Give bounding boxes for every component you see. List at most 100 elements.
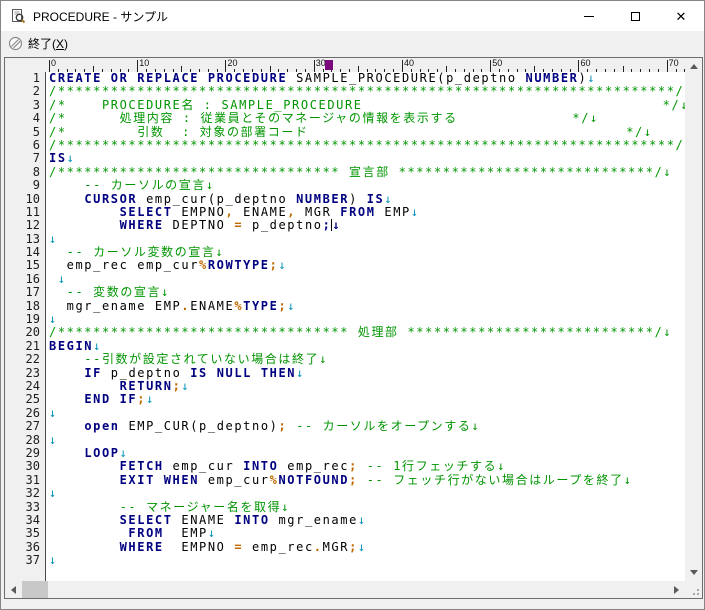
ruler-ticks: 0 10 20 30 40 50 60 70	[46, 58, 685, 72]
ruler-label: 10	[139, 58, 150, 68]
code-line-5[interactable]: /* 引数 : 対象の部署コード */↓	[49, 125, 685, 139]
code-token: EMP	[163, 526, 208, 541]
line-number: 24	[25, 378, 40, 393]
code-token: ↓	[384, 191, 394, 206]
toolbar: 終了(X)	[1, 31, 704, 55]
code-line-25[interactable]: END IF;↓	[49, 393, 685, 406]
code-area[interactable]: CREATE OR REPLACE PROCEDURE SAMPLE_PROCE…	[46, 72, 685, 581]
code-token: FROM	[340, 204, 376, 219]
code-token: mgr_ename	[269, 512, 358, 527]
code-line-27[interactable]: open EMP_CUR(p_deptno); -- カーソルをオープンする↓	[49, 419, 685, 434]
code-line-23[interactable]: IF p_deptno IS NULL THEN↓	[49, 366, 685, 380]
code-token: EMP	[375, 204, 411, 219]
code-line-24[interactable]: RETURN;↓	[49, 378, 685, 393]
code-line-33[interactable]: -- マネージャー名を取得↓	[49, 500, 685, 514]
code-line-9[interactable]: -- カーソルの宣言↓	[49, 178, 685, 193]
code-token: ↓	[278, 258, 288, 273]
code-line-7[interactable]: IS↓	[49, 152, 685, 165]
code-line-34[interactable]: SELECT ENAME INTO mgr_ename↓	[49, 512, 685, 527]
code-line-11[interactable]: SELECT EMPNO, ENAME, MGR FROM EMP↓	[49, 204, 685, 219]
line-number: 19	[25, 312, 40, 327]
code-token: /* PROCEDURE名 : SAMPLE_PROCEDURE */↓	[49, 97, 685, 112]
code-token: ENAME	[172, 512, 235, 527]
code-token: CREATE OR REPLACE PROCEDURE	[49, 72, 288, 85]
resize-grip[interactable]	[685, 581, 702, 598]
code-line-4[interactable]: /* 処理内容 : 従業員とそのマネージャの情報を表示する */↓	[49, 111, 685, 125]
code-line-1[interactable]: CREATE OR REPLACE PROCEDURE SAMPLE_PROCE…	[49, 72, 685, 85]
line-number: 25	[25, 392, 40, 407]
code-line-37[interactable]: ↓	[49, 553, 685, 567]
horizontal-scroll-thumb[interactable]	[22, 581, 48, 598]
scroll-left-button[interactable]	[5, 581, 22, 598]
scroll-down-button[interactable]	[685, 564, 702, 581]
vertical-scrollbar[interactable]	[685, 58, 702, 581]
code-line-20[interactable]: /********************************* 処理部 *…	[49, 326, 685, 339]
code-line-32[interactable]: ↓	[49, 486, 685, 500]
code-token: ;	[349, 539, 358, 554]
exit-button[interactable]: 終了(X)	[6, 33, 74, 54]
scroll-up-button[interactable]	[685, 58, 702, 75]
code-line-10[interactable]: CURSOR emp_cur(p_deptno NUMBER) IS↓	[49, 191, 685, 206]
maximize-icon	[630, 11, 640, 21]
code-line-14[interactable]: -- カーソル変数の宣言↓	[49, 245, 685, 259]
code-token: ;	[349, 472, 358, 487]
code-token: ↓	[49, 405, 58, 420]
close-button[interactable]: ✕	[658, 1, 704, 31]
code-token: CURSOR	[84, 191, 138, 206]
line-number: 2	[32, 84, 40, 99]
code-token: emp_rec emp_cur	[49, 258, 200, 273]
code-line-15[interactable]: emp_rec emp_cur%ROWTYPE;↓	[49, 259, 685, 272]
code-line-35[interactable]: FROM EMP↓	[49, 527, 685, 540]
code-token: ROWTYPE	[207, 258, 270, 273]
code-token: ↓	[119, 445, 129, 460]
code-line-36[interactable]: WHERE EMPNO = emp_rec.MGR;↓	[49, 539, 685, 554]
code-token: .	[181, 298, 191, 313]
code-line-26[interactable]: ↓	[49, 405, 685, 420]
line-number: 11	[25, 204, 40, 219]
ruler-label: 50	[492, 58, 503, 68]
ruler-gutter-gap	[5, 58, 46, 72]
code-token: -- カーソルの宣言↓	[49, 178, 215, 193]
code-line-18[interactable]: mgr_ename EMP.ENAME%TYPE;↓	[49, 298, 685, 313]
code-token: INTO	[243, 459, 279, 474]
code-line-22[interactable]: --引数が設定されていない場合は終了↓	[49, 353, 685, 366]
code-line-28[interactable]: ↓	[49, 433, 685, 447]
scroll-right-button[interactable]	[668, 581, 685, 598]
code-line-6[interactable]: /***************************************…	[49, 138, 685, 152]
code-line-12[interactable]: WHERE DEPTNO = p_deptno;↓	[49, 219, 685, 232]
code-token: -- フェッチ行がない場合はループを終了↓	[366, 472, 633, 487]
code-token: -- 1行フェッチする↓	[366, 459, 507, 474]
code-line-30[interactable]: FETCH emp_cur INTO emp_rec; -- 1行フェッチする↓	[49, 460, 685, 473]
code-token: mgr_ename EMP	[49, 298, 182, 313]
code-token: /***************************************…	[49, 84, 685, 99]
code-editor: 0 10 20 30 40 50 60 70 1 2 3 4 5 6 7 8 9 10 11 12 13 14 15 16 1…	[4, 57, 703, 599]
line-number: 14	[25, 245, 40, 260]
horizontal-scrollbar[interactable]	[5, 581, 685, 598]
code-line-2[interactable]: /***************************************…	[49, 85, 685, 98]
code-token: /******************************** 宣言部 **…	[49, 164, 673, 179]
code-line-29[interactable]: LOOP↓	[49, 445, 685, 460]
minimize-icon	[584, 15, 594, 17]
line-number: 37	[25, 553, 40, 568]
maximize-button[interactable]	[612, 1, 658, 31]
chevron-left-icon	[11, 585, 16, 594]
code-token: RETURN	[119, 378, 173, 393]
minimize-button[interactable]	[566, 1, 612, 31]
chevron-up-icon	[689, 64, 698, 69]
ruler-label: 0	[51, 58, 57, 68]
ruler-tick	[225, 60, 227, 72]
window-controls: ✕	[566, 1, 704, 31]
code-token: )	[578, 72, 588, 85]
code-line-17[interactable]: -- 変数の宣言↓	[49, 286, 685, 299]
code-token: EMP_CUR(p_deptno)	[119, 419, 279, 434]
code-token: MGR	[296, 204, 341, 219]
code-line-31[interactable]: EXIT WHEN emp_cur%NOTFOUND; -- フェッチ行がない場…	[49, 472, 685, 487]
code-token: EMPNO	[172, 204, 226, 219]
